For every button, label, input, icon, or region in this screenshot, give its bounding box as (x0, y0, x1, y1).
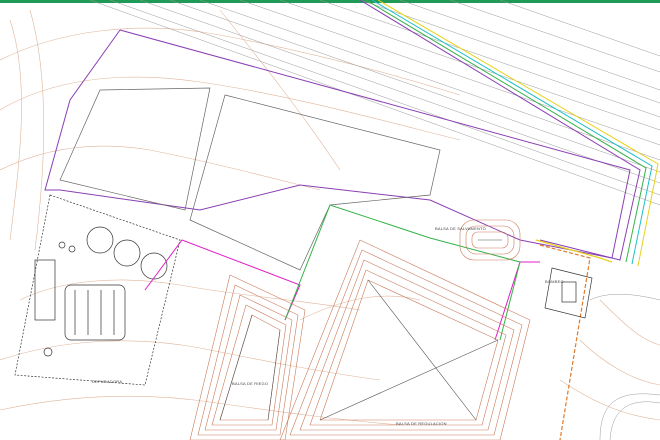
topographic-contours (0, 9, 660, 426)
magenta-boundary (144, 239, 301, 321)
bombeo-structure (544, 267, 593, 319)
label-depuradora: DEPURADORA (92, 379, 122, 384)
yellow-boundary (535, 239, 613, 263)
balsa-regulacion-pond (279, 239, 531, 440)
label-balsa-regulacion: BALSA DE REGULACION (396, 421, 447, 426)
label-balsa-salvamento: BALSA DE SALVAMENTO (435, 226, 486, 231)
depuradora-area (14, 194, 181, 386)
road-parallel-lines (89, 0, 660, 206)
label-bombeo: BOMBEO (545, 279, 564, 284)
parcel-outlines (59, 87, 441, 271)
label-balsa-riego: BALSA DE RIEGO (232, 381, 268, 386)
site-plan-drawing: DEPURADORA BALSA DE RIEGO BALSA DE REGUL… (0, 0, 660, 440)
